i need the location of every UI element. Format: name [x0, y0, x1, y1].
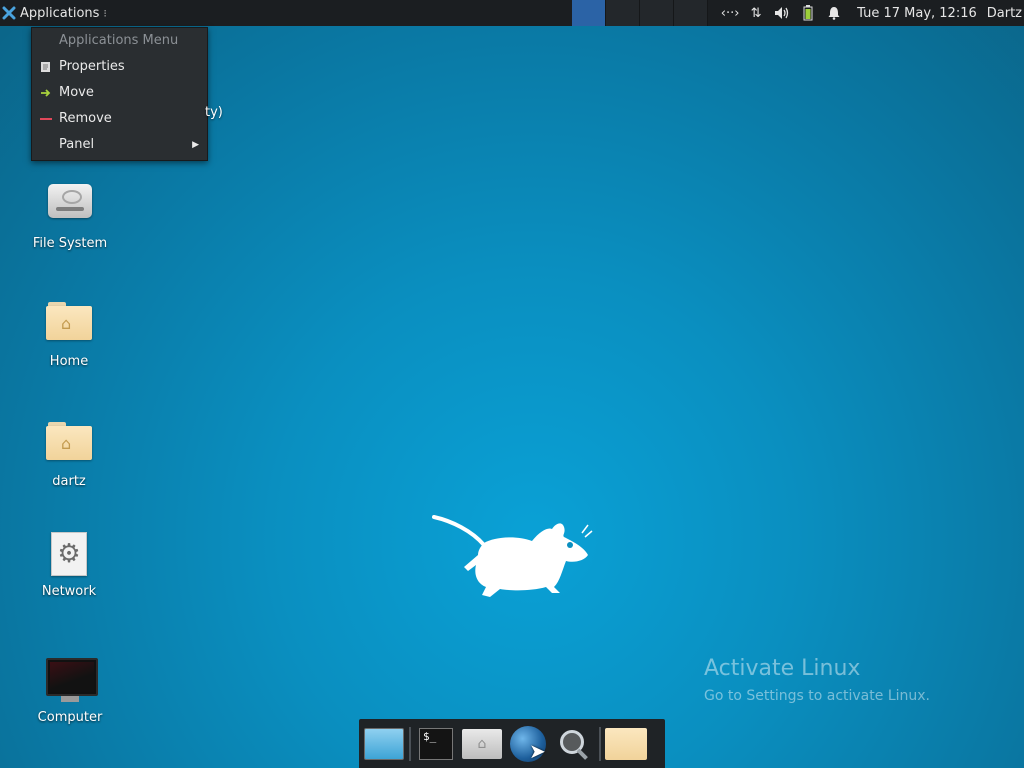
workspace-3[interactable]	[640, 0, 674, 26]
user-menu[interactable]: Dartz	[987, 6, 1022, 21]
home-folder-icon: ⌂	[45, 422, 93, 470]
activate-linux-subtitle: Go to Settings to activate Linux.	[704, 688, 930, 704]
desktop-icon-label: Network	[41, 584, 97, 599]
submenu-arrow-icon: ▶	[192, 140, 199, 150]
desktop-icon-label: Home	[49, 354, 89, 369]
workspace-switcher	[572, 0, 708, 26]
menu-item-remove[interactable]: Remove	[32, 106, 207, 132]
desktop-icon-dartz[interactable]: ⌂ dartz	[21, 416, 117, 489]
updown-arrows-icon[interactable]: ⇅	[745, 0, 767, 26]
terminal-icon: $_	[419, 727, 453, 760]
workspace-2[interactable]	[606, 0, 640, 26]
home-folder-icon: ⌂	[45, 302, 93, 350]
partial-desktop-label: ty)	[205, 105, 223, 120]
xfce-mouse-logo-icon	[432, 515, 593, 597]
system-tray: ‹··› ⇅ Tue 17 May, 12:16 Dartz	[717, 0, 1024, 26]
applications-menu-button[interactable]: Applications ⁝	[0, 0, 111, 26]
desktop-icon-computer[interactable]: Computer	[22, 652, 118, 725]
panel-grip-icon: ⁝	[103, 6, 107, 20]
dock-folder[interactable]	[603, 721, 649, 767]
network-gear-icon: ⚙	[45, 532, 93, 580]
desktop-icon-label: Computer	[37, 710, 103, 725]
monitor-icon	[46, 658, 98, 706]
applications-label: Applications	[20, 5, 100, 21]
battery-icon[interactable]	[797, 0, 819, 26]
show-desktop-icon	[364, 727, 404, 760]
dock-app-finder[interactable]	[551, 721, 597, 767]
mouse-cursor-icon: ➤	[529, 738, 546, 763]
menu-header: Applications Menu	[59, 33, 179, 48]
menu-item-label: Properties	[59, 59, 125, 74]
dock-web-browser[interactable]: ➤	[505, 721, 551, 767]
dock-file-manager[interactable]: ⌂	[459, 721, 505, 767]
dock-separator	[599, 726, 601, 761]
desktop-icon-file-system[interactable]: File System	[22, 176, 118, 251]
desktop-icon-network[interactable]: ⚙ Network	[21, 530, 117, 599]
app-finder-icon	[556, 726, 592, 762]
menu-item-label: Move	[59, 85, 94, 100]
file-manager-icon: ⌂	[462, 728, 502, 759]
workspace-1[interactable]	[572, 0, 606, 26]
menu-item-label: Panel	[59, 137, 95, 152]
menu-item-panel[interactable]: Panel ▶	[32, 132, 207, 158]
menu-item-move[interactable]: Move	[32, 80, 207, 106]
drive-icon	[46, 184, 94, 232]
move-arrow-icon	[39, 80, 53, 106]
panel-clock[interactable]: Tue 17 May, 12:16	[857, 6, 977, 21]
desktop-icon-label: File System	[32, 236, 108, 251]
top-panel: Applications ⁝ ‹··› ⇅ Tue 17 May, 12:16 …	[0, 0, 1024, 26]
dock-separator	[409, 726, 411, 761]
network-arrows-icon[interactable]: ‹··›	[719, 0, 741, 26]
desktop-icon-home[interactable]: ⌂ Home	[21, 296, 117, 369]
activate-linux-title: Activate Linux	[704, 656, 861, 681]
folder-icon	[605, 727, 647, 760]
remove-dash-icon	[39, 106, 53, 132]
properties-icon	[39, 54, 53, 80]
workspace-4[interactable]	[674, 0, 708, 26]
xfce-logo-icon	[2, 6, 16, 20]
desktop-icon-label: dartz	[52, 474, 86, 489]
menu-item-label: Remove	[59, 111, 112, 126]
dock-terminal[interactable]: $_	[413, 721, 459, 767]
applications-context-menu: Applications Menu Properties Move Remove…	[31, 27, 208, 161]
menu-item-properties[interactable]: Properties	[32, 54, 207, 80]
notification-bell-icon[interactable]	[823, 0, 845, 26]
bottom-dock: $_ ⌂ ➤	[359, 719, 665, 768]
volume-icon[interactable]	[771, 0, 793, 26]
dock-show-desktop[interactable]	[361, 721, 407, 767]
